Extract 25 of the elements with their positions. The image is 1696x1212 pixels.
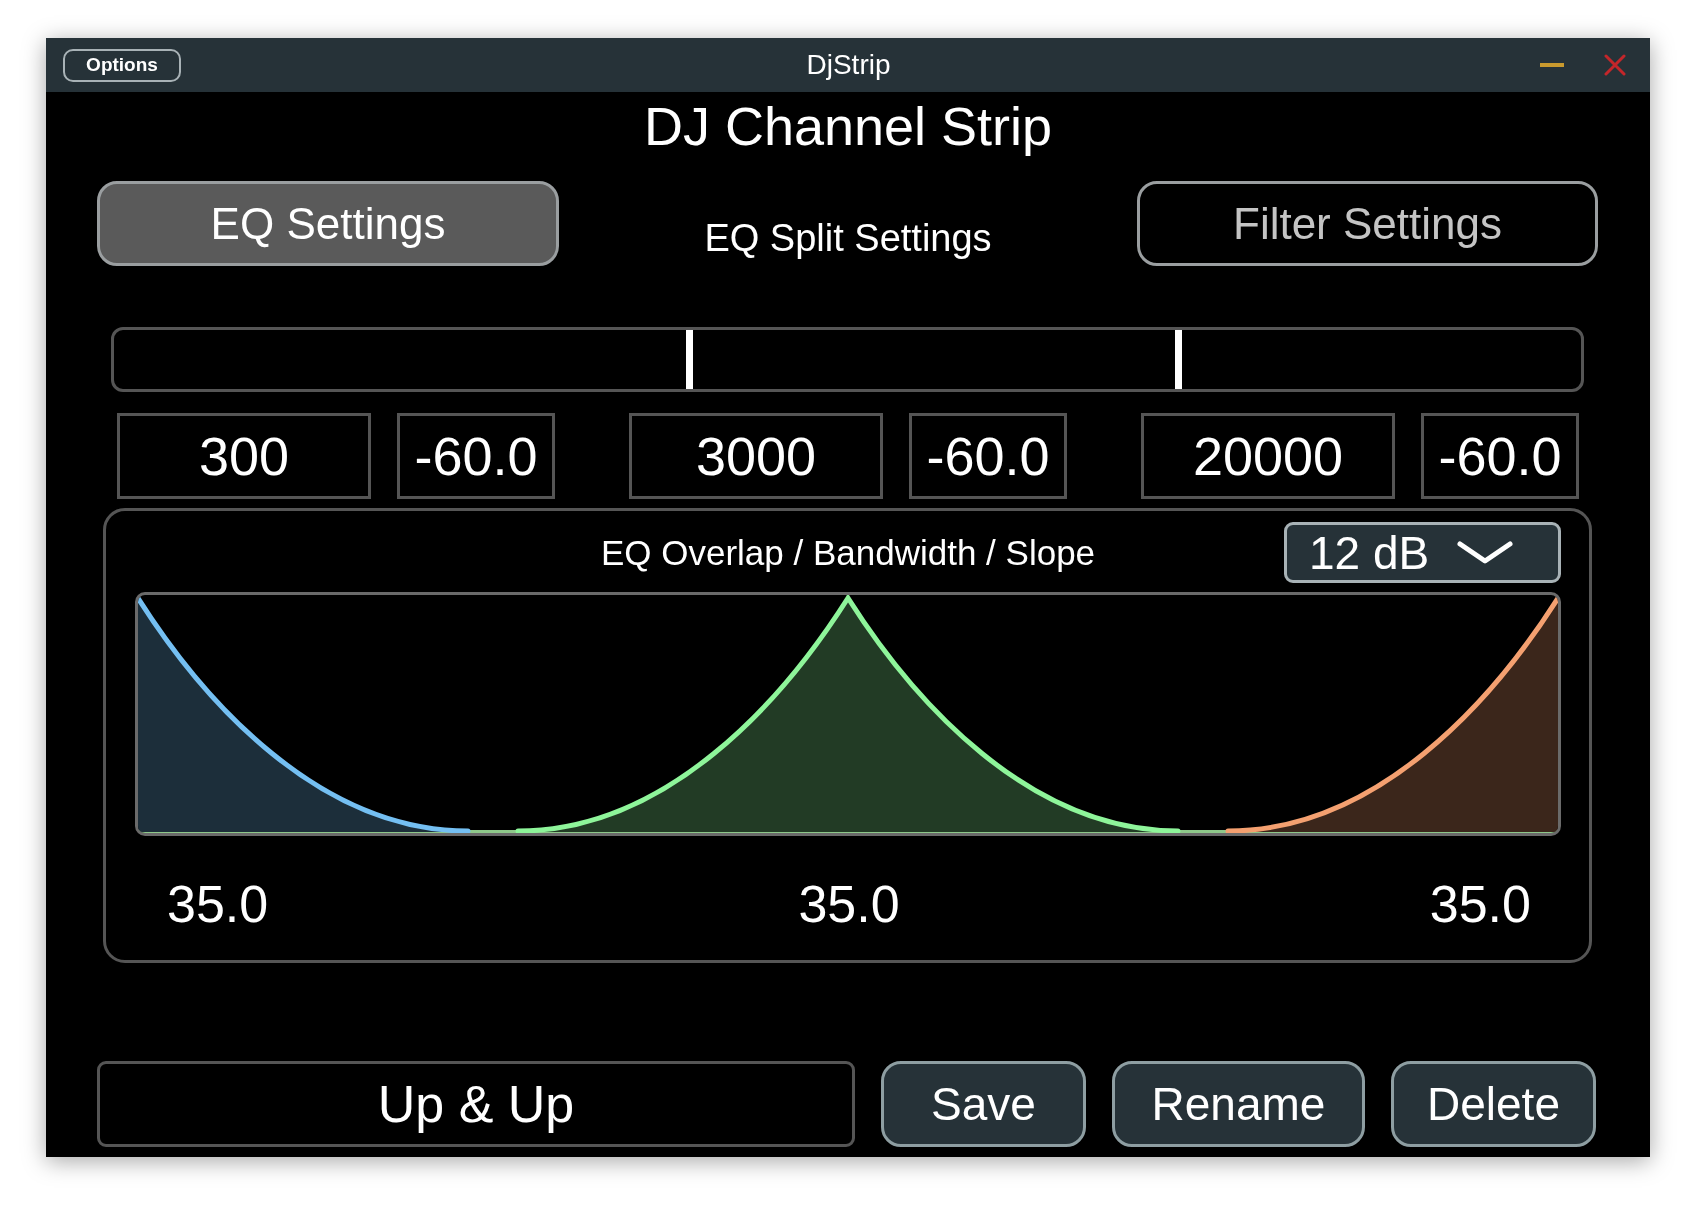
band-width-value: 35.0 — [1429, 874, 1531, 934]
panel-title: EQ Overlap / Bandwidth / Slope — [600, 532, 1096, 573]
frequency-field[interactable]: 3000 — [629, 413, 883, 499]
frequency-field[interactable]: 300 — [117, 413, 371, 499]
frequency-field[interactable]: 20000 — [1141, 413, 1395, 499]
page-heading: DJ Channel Strip — [642, 95, 1054, 158]
split-slider-track[interactable] — [111, 327, 1584, 392]
chevron-down-icon — [1457, 540, 1514, 565]
close-icon[interactable] — [1604, 54, 1626, 76]
gain-field[interactable]: -60.0 — [909, 413, 1067, 499]
preset-name-field[interactable]: Up & Up — [97, 1061, 855, 1147]
slider-handle[interactable] — [1174, 330, 1182, 389]
save-button[interactable]: Save — [881, 1061, 1086, 1147]
tab[interactable]: Filter Settings — [1137, 181, 1598, 266]
slope-dropdown[interactable]: 12 dB — [1284, 522, 1561, 583]
rename-button[interactable]: Rename — [1112, 1061, 1365, 1147]
slider-handle[interactable] — [686, 330, 694, 389]
gain-field[interactable]: -60.0 — [397, 413, 555, 499]
band-width-value: 35.0 — [798, 874, 900, 934]
options-button[interactable]: Options — [63, 48, 181, 82]
window-title: DjStrip — [806, 49, 891, 81]
delete-button[interactable]: Delete — [1391, 1061, 1596, 1147]
gain-field[interactable]: -60.0 — [1421, 413, 1579, 499]
band-width-value: 35.0 — [167, 874, 269, 934]
tab[interactable]: EQ Settings — [97, 181, 559, 266]
